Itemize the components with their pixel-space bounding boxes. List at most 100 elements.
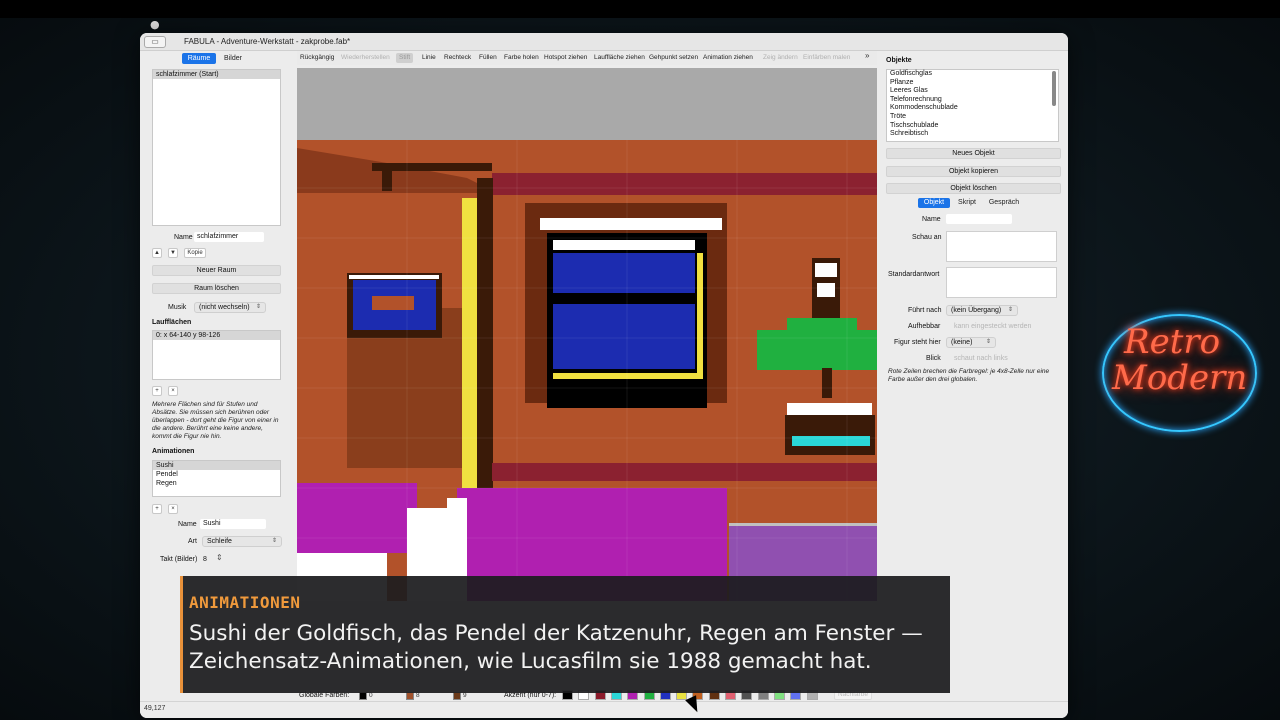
copy-object-button[interactable]: Objekt kopieren bbox=[886, 166, 1061, 177]
default-answer-textarea[interactable] bbox=[946, 267, 1057, 298]
music-label: Musik bbox=[168, 304, 187, 311]
room-name-field[interactable]: schlafzimmer bbox=[194, 232, 264, 242]
tool-pick-color[interactable]: Farbe holen bbox=[504, 53, 539, 63]
tool-walk-point[interactable]: Gehpunkt setzen bbox=[649, 53, 698, 63]
leads-to-value: (kein Übergang) bbox=[951, 307, 1002, 314]
leads-to-select[interactable]: (kein Übergang) ⇕ bbox=[946, 305, 1018, 316]
drawing-toolbar: Rückgängig Wiederherstellen Stift Linie … bbox=[297, 51, 877, 65]
look-label: Schau an bbox=[912, 234, 942, 241]
object-list[interactable]: Goldfischglas Pflanze Leeres Glas Telefo… bbox=[886, 69, 1059, 142]
list-item[interactable]: Schreibtisch bbox=[887, 130, 1058, 139]
anim-tact-value[interactable]: 8 bbox=[203, 556, 207, 563]
global-color-value[interactable]: 9 bbox=[463, 692, 467, 699]
list-item[interactable]: schlafzimmer (Start) bbox=[153, 70, 280, 79]
apple-icon[interactable]: ● bbox=[150, 18, 160, 31]
retro-modern-logo: Retro Modern bbox=[1094, 308, 1264, 438]
add-animation-button[interactable]: + bbox=[152, 504, 162, 514]
tool-undo[interactable]: Rückgängig bbox=[300, 53, 334, 63]
logo-line-2: Modern bbox=[1112, 358, 1248, 398]
room-list[interactable]: schlafzimmer (Start) bbox=[152, 69, 281, 226]
tool-show-change[interactable]: Zeig ändern bbox=[763, 53, 798, 63]
delete-room-button[interactable]: Raum löschen bbox=[152, 283, 281, 294]
tool-pen[interactable]: Stift bbox=[396, 53, 414, 63]
object-list-scrollbar[interactable] bbox=[1052, 71, 1056, 106]
window-title: FABULA - Adventure-Werkstatt - zakprobe.… bbox=[184, 37, 351, 46]
list-item[interactable]: Goldfischglas bbox=[887, 70, 1058, 79]
list-item[interactable]: Pendel bbox=[153, 470, 280, 479]
room-canvas[interactable] bbox=[297, 68, 877, 601]
tab-gespraech[interactable]: Gespräch bbox=[984, 198, 1024, 208]
status-bar bbox=[140, 701, 1068, 718]
move-up-button[interactable]: ▲ bbox=[152, 248, 162, 258]
tool-redo[interactable]: Wiederherstellen bbox=[341, 53, 390, 63]
list-item[interactable]: Sushi bbox=[153, 461, 280, 470]
menu-bar bbox=[0, 0, 1280, 18]
accent-label: Akzent (nur 0-7): bbox=[504, 692, 557, 699]
tab-raeume[interactable]: Räume bbox=[182, 53, 216, 64]
anim-type-value: Schleife bbox=[207, 538, 232, 545]
tool-hotspot[interactable]: Hotspot ziehen bbox=[544, 53, 587, 63]
tool-paint-color[interactable]: Einfärben malen bbox=[803, 53, 850, 63]
list-item[interactable]: Kommodenschublade bbox=[887, 104, 1058, 113]
chevron-updown-icon: ⇕ bbox=[271, 538, 277, 544]
cursor-coordinates: 49,127 bbox=[144, 705, 166, 712]
anim-tact-label: Takt (Bilder) bbox=[160, 556, 198, 563]
tool-line[interactable]: Linie bbox=[422, 53, 436, 63]
list-item[interactable]: 0: x 64-140 y 98-126 bbox=[153, 331, 280, 340]
figure-stands-label: Figur steht hier bbox=[894, 339, 941, 346]
tool-rectangle[interactable]: Rechteck bbox=[444, 53, 471, 63]
view-label: Blick bbox=[926, 355, 941, 362]
animation-list[interactable]: Sushi Pendel Regen bbox=[152, 460, 281, 497]
global-color-swatch[interactable] bbox=[453, 692, 461, 700]
figure-stands-value: (keine) bbox=[951, 339, 973, 346]
color-rule-note: Rote Zeilen brechen die Farbregel: je 4x… bbox=[888, 368, 1050, 383]
global-color-value[interactable]: 8 bbox=[416, 692, 420, 699]
anim-name-field[interactable]: Sushi bbox=[200, 519, 266, 529]
view-placeholder[interactable]: schaut nach links bbox=[954, 355, 1008, 362]
move-down-button[interactable]: ▼ bbox=[168, 248, 178, 258]
global-color-swatch[interactable] bbox=[406, 692, 414, 700]
object-name-field[interactable] bbox=[946, 214, 1012, 224]
list-item[interactable]: Telefonrechnung bbox=[887, 96, 1058, 105]
tool-walk-area[interactable]: Lauffläche ziehen bbox=[594, 53, 645, 63]
animations-title: Animationen bbox=[152, 448, 195, 455]
anim-type-select[interactable]: Schleife ⇕ bbox=[202, 536, 282, 547]
list-item[interactable]: Tröte bbox=[887, 113, 1058, 122]
tab-skript[interactable]: Skript bbox=[954, 198, 980, 208]
subtitle-caption: ANIMATIONEN Sushi der Goldfisch, das Pen… bbox=[180, 576, 950, 693]
caption-text: Sushi der Goldfisch, das Pendel der Katz… bbox=[189, 621, 923, 674]
list-item[interactable]: Tischschublade bbox=[887, 122, 1058, 131]
new-object-button[interactable]: Neues Objekt bbox=[886, 148, 1061, 159]
tool-fill[interactable]: Füllen bbox=[479, 53, 497, 63]
delete-object-button[interactable]: Objekt löschen bbox=[886, 183, 1061, 194]
tab-objekt[interactable]: Objekt bbox=[918, 198, 950, 208]
pickup-placeholder[interactable]: kann eingesteckt werden bbox=[954, 323, 1031, 330]
walk-areas-title: Laufflächen bbox=[152, 319, 192, 326]
object-name-label: Name bbox=[922, 216, 941, 223]
room-pixel-art bbox=[297, 68, 877, 601]
music-select[interactable]: (nicht wechseln) ⇕ bbox=[194, 302, 266, 313]
list-item[interactable]: Regen bbox=[153, 479, 280, 488]
list-item[interactable]: Leeres Glas bbox=[887, 87, 1058, 96]
window-menu-icon[interactable]: ▭ bbox=[144, 36, 166, 48]
add-walk-area-button[interactable]: + bbox=[152, 386, 162, 396]
look-textarea[interactable] bbox=[946, 231, 1057, 262]
remove-animation-button[interactable]: × bbox=[168, 504, 178, 514]
toolbar-overflow-icon[interactable]: » bbox=[865, 51, 869, 61]
copy-room-button[interactable]: Kopie bbox=[184, 248, 206, 258]
figure-stands-select[interactable]: (keine) ⇕ bbox=[946, 337, 996, 348]
music-value: (nicht wechseln) bbox=[199, 304, 250, 311]
global-color-value[interactable]: 0 bbox=[369, 692, 373, 699]
new-room-button[interactable]: Neuer Raum bbox=[152, 265, 281, 276]
list-item[interactable]: Pflanze bbox=[887, 79, 1058, 88]
tool-animation[interactable]: Animation ziehen bbox=[703, 53, 753, 63]
tab-bilder[interactable]: Bilder bbox=[220, 53, 246, 64]
stepper-icon[interactable]: ⇕ bbox=[216, 553, 223, 562]
remove-walk-area-button[interactable]: × bbox=[168, 386, 178, 396]
title-bar: ▭ FABULA - Adventure-Werkstatt - zakprob… bbox=[140, 33, 1068, 51]
pickup-label: Aufhebbar bbox=[908, 323, 941, 330]
leads-to-label: Führt nach bbox=[908, 307, 942, 314]
walk-area-list[interactable]: 0: x 64-140 y 98-126 bbox=[152, 330, 281, 380]
global-color-swatch[interactable] bbox=[359, 692, 367, 700]
chevron-updown-icon: ⇕ bbox=[255, 304, 261, 310]
